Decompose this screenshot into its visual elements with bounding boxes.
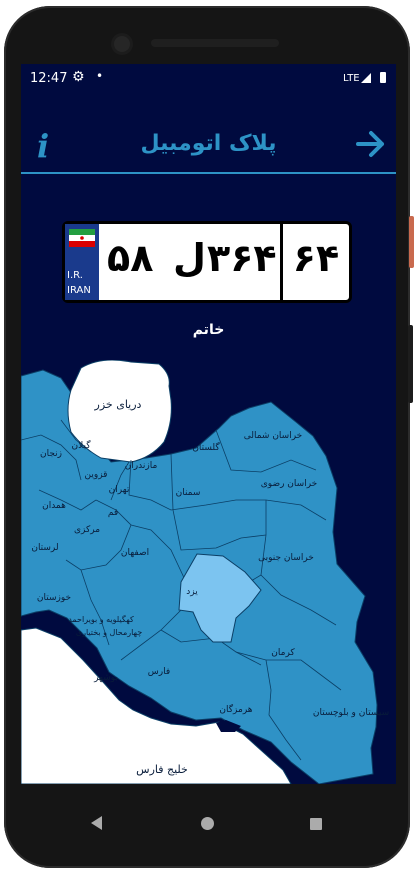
status-time: 12:47 <box>30 71 68 86</box>
app-screen: 12:47 ⚙ • LTE i پلاک اتومبیل I.R. IRAN ۵… <box>21 64 396 784</box>
map-label-19: فارس <box>148 667 170 677</box>
plate-left-number: ۵۸ <box>107 236 154 280</box>
map-label-gulf: خلیج فارس <box>136 763 188 776</box>
map-dot <box>35 647 41 653</box>
gear-icon: ⚙ <box>72 69 85 85</box>
license-plate: I.R. IRAN ۵۸ ل ۳۶۴ ۶۴ <box>62 221 352 303</box>
map-label-yazd: یزد <box>186 587 198 597</box>
map-label-4: خراسان رضوی <box>261 479 317 489</box>
iran-province-map[interactable]: دریای خزر خلیج فارس یزد خراسان شمالی گلس… <box>21 360 396 784</box>
dot-icon: • <box>96 69 104 83</box>
map-label-11: مرکزی <box>74 525 100 535</box>
plate-divider <box>280 224 283 300</box>
arrow-right-icon[interactable] <box>356 126 386 162</box>
iran-flag-icon <box>69 229 95 247</box>
plate-country-top: I.R. <box>67 270 83 281</box>
battery-icon <box>380 72 386 83</box>
status-bar: 12:47 ⚙ • LTE <box>21 64 396 94</box>
info-icon[interactable]: i <box>37 126 49 166</box>
map-label-7: قزوین <box>85 470 108 480</box>
speaker-grille <box>151 39 279 47</box>
front-camera <box>114 36 130 52</box>
map-label-15: خراسان جنوبی <box>258 553 314 563</box>
map-label-caspian: دریای خزر <box>94 398 142 411</box>
nav-back-icon[interactable] <box>91 816 102 830</box>
power-button <box>409 216 414 268</box>
page-title: پلاک اتومبیل <box>140 131 277 156</box>
system-nav-bar <box>21 784 396 866</box>
map-label-20: کرمان <box>271 648 295 658</box>
volume-button <box>408 325 413 403</box>
map-label-13: لرستان <box>31 543 58 553</box>
map-label-17: کهگیلویه و بویراحمد <box>68 614 134 624</box>
map-label-23: چهارمحال و بختیاری <box>76 628 142 637</box>
plate-region-code: ۶۴ <box>292 236 340 280</box>
plate-country-bottom: IRAN <box>67 285 91 296</box>
plate-right-number: ۳۶۴ <box>207 236 277 280</box>
map-label-2: گلستان <box>192 441 220 453</box>
map-label-22: سیستان و بلوچستان <box>313 708 389 718</box>
map-label-12: قم <box>108 508 118 518</box>
map-label-16: خوزستان <box>37 593 71 603</box>
map-label-5: سمنان <box>176 488 201 498</box>
map-label-18: بوشهر <box>93 673 118 683</box>
plate-country-strip: I.R. IRAN <box>65 224 99 300</box>
map-label-21: هرمزگان <box>219 703 252 715</box>
map-label-3: مازندران <box>125 461 158 471</box>
plate-main-number: ۵۸ ل ۳۶۴ <box>103 228 277 296</box>
status-network: LTE <box>343 73 360 84</box>
signal-icon <box>361 73 371 83</box>
map-label-10: همدان <box>42 501 66 511</box>
map-label-14: اصفهان <box>121 548 149 558</box>
map-label-1: خراسان شمالی <box>244 431 303 441</box>
map-label-8: زنجان <box>40 449 62 459</box>
nav-recent-icon[interactable] <box>310 818 322 830</box>
plate-letter: ل <box>173 236 206 280</box>
map-label-9: گیلان <box>72 439 92 451</box>
map-label-6: تهران <box>109 485 130 495</box>
city-name: خاتم <box>192 322 225 338</box>
nav-home-icon[interactable] <box>201 817 214 830</box>
